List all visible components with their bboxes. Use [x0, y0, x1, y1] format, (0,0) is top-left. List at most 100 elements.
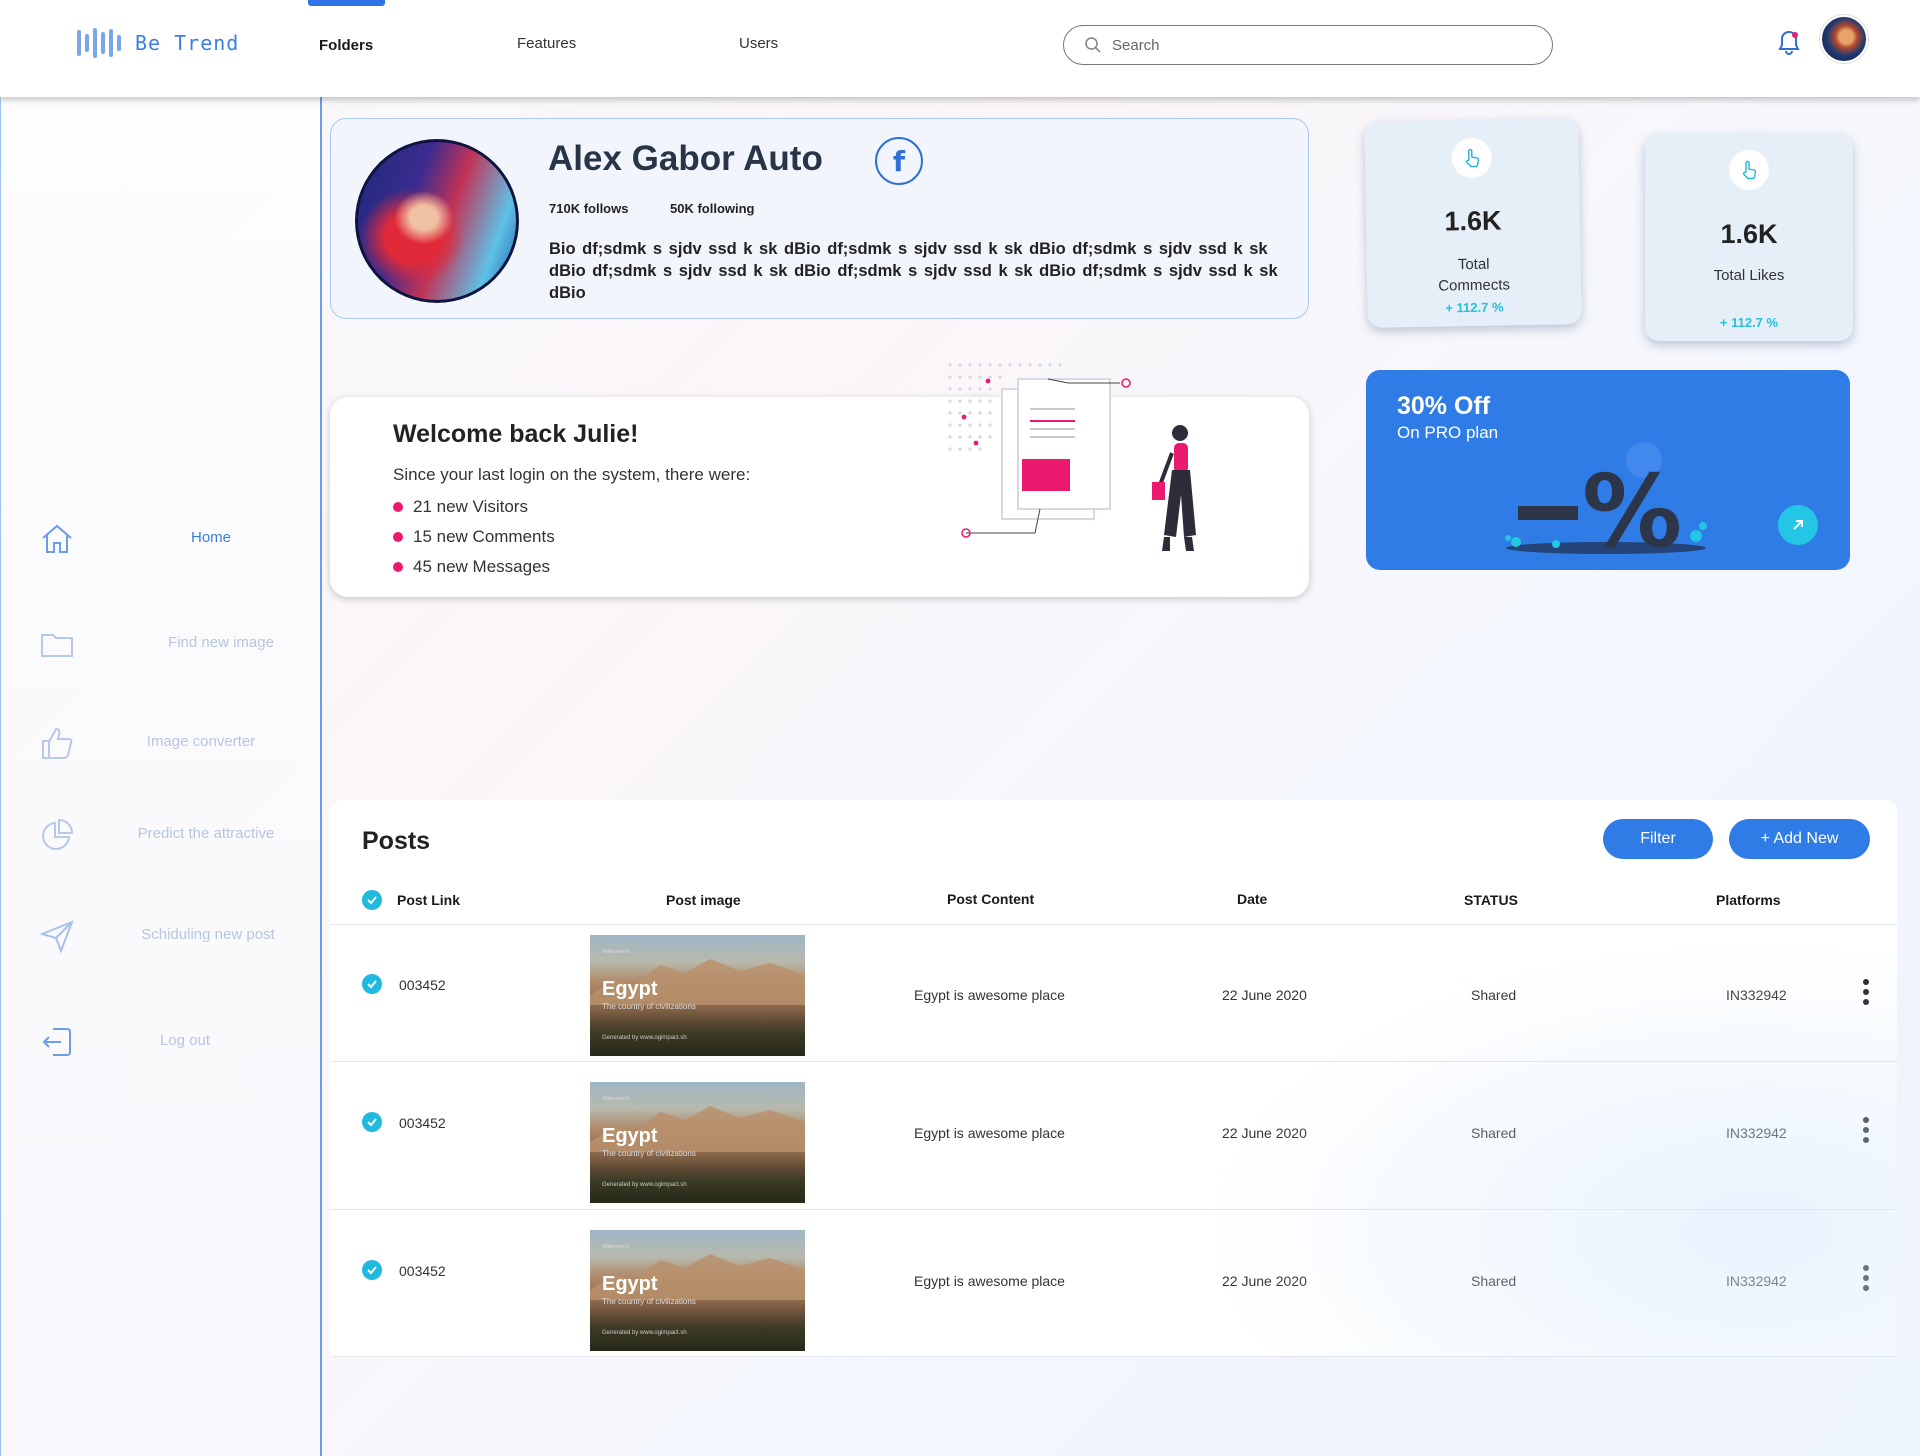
sidebar: Home Find new image Image converter Pred…	[0, 97, 322, 1456]
thumb-subtitle: The country of civilizations	[602, 1297, 696, 1306]
stat-change: + 112.7 %	[1445, 299, 1504, 316]
profile-photo	[355, 139, 519, 303]
post-content: Egypt is awesome place	[914, 1125, 1065, 1141]
post-status: Shared	[1471, 1125, 1517, 1141]
pointer-hand-icon	[1451, 137, 1493, 179]
divider	[330, 1356, 1897, 1357]
stat-value: 1.6K	[1720, 219, 1778, 249]
thumb-footer: Generated by www.ogimpact.sh	[602, 1035, 687, 1041]
sidebar-item-find-new-image[interactable]: Find new image	[1, 618, 321, 668]
welcome-title: Welcome back Julie!	[393, 420, 639, 448]
column-header[interactable]: Post Content	[947, 891, 1034, 907]
tab-users[interactable]: Users	[739, 35, 778, 52]
sidebar-item-label: Log out	[159, 1032, 211, 1049]
tab-features[interactable]: Features	[517, 35, 576, 52]
home-icon	[42, 524, 72, 553]
profile-card: Alex Gabor Auto f 710K follows 50K follo…	[330, 118, 1309, 319]
tab-folders[interactable]: Folders	[319, 37, 373, 54]
check-icon	[367, 980, 377, 989]
select-all-checkbox[interactable]	[362, 890, 382, 910]
filter-button[interactable]: Filter	[1603, 819, 1713, 859]
table-row[interactable]: 003452 Welcome to Egypt The country of c…	[330, 925, 1897, 1073]
sidebar-item-predict-the-attractive[interactable]: Predict the attractive	[1, 809, 321, 859]
column-header[interactable]: STATUS	[1464, 892, 1518, 908]
post-platform: IN332942	[1726, 1273, 1787, 1289]
promo-title: 30% Off	[1397, 392, 1491, 420]
sidebar-item-schiduling-new-post[interactable]: Schiduling new post	[1, 910, 321, 960]
list-item: 21 new Visitors	[393, 492, 555, 522]
column-header[interactable]: Post image	[666, 892, 741, 908]
row-checkbox[interactable]	[362, 1112, 382, 1132]
brand-name: Be Trend	[135, 31, 240, 55]
row-checkbox[interactable]	[362, 1260, 382, 1280]
sidebar-item-log-out[interactable]: Log out	[1, 1016, 321, 1066]
notification-bell-icon[interactable]	[1777, 29, 1801, 57]
stat-label: Total Likes	[1713, 267, 1785, 284]
post-status: Shared	[1471, 1273, 1517, 1289]
check-icon	[367, 896, 377, 905]
search-input[interactable]	[1112, 36, 1532, 54]
check-icon	[367, 1118, 377, 1127]
sidebar-item-label: Home	[190, 529, 231, 546]
pointer-hand-icon	[1729, 150, 1769, 190]
pie-chart-icon	[42, 818, 74, 850]
promo-banner[interactable]: 30% Off On PRO plan %	[1366, 370, 1850, 570]
post-image[interactable]: Welcome to Egypt The country of civiliza…	[590, 935, 805, 1056]
stat-value: 1.6K	[1444, 205, 1502, 237]
stat-card-likes: 1.6K Total Likes + 112.7 %	[1645, 134, 1853, 341]
more-options-icon[interactable]	[1863, 1117, 1869, 1147]
thumb-footer: Generated by www.ogimpact.sh	[602, 1182, 687, 1188]
thumb-caption: Welcome to	[603, 949, 630, 955]
post-content: Egypt is awesome place	[914, 1273, 1065, 1289]
stat-card-comments: 1.6K Total Commects + 112.7 %	[1364, 118, 1582, 328]
table-row[interactable]: 003452 Welcome to Egypt The country of c…	[330, 1062, 1897, 1210]
thumb-title: Egypt	[602, 1125, 658, 1147]
check-icon	[367, 1266, 377, 1275]
posts-panel: Posts Filter + Add New Post Link Post im…	[330, 800, 1897, 1357]
column-header[interactable]: Platforms	[1716, 892, 1781, 908]
post-link[interactable]: 003452	[399, 1263, 446, 1279]
table-row[interactable]: 003452 Welcome to Egypt The country of c…	[330, 1210, 1897, 1357]
add-new-button[interactable]: + Add New	[1729, 819, 1870, 859]
svg-text:%: %	[1582, 453, 1682, 560]
profile-bio: Bio df;sdmk s sjdv ssd k sk dBio df;sdmk…	[549, 240, 1278, 302]
sidebar-item-label: Image converter	[146, 733, 256, 750]
list-item: 15 new Comments	[393, 522, 555, 552]
send-icon	[39, 920, 74, 954]
thumb-caption: Welcome to	[603, 1096, 630, 1102]
brand-logo[interactable]: Be Trend	[77, 27, 239, 59]
row-checkbox[interactable]	[362, 974, 382, 994]
post-link[interactable]: 003452	[399, 1115, 446, 1131]
percent-illustration: %	[1505, 442, 1707, 560]
search-icon	[1085, 37, 1101, 53]
welcome-subtitle: Since your last login on the system, the…	[393, 465, 751, 484]
column-header[interactable]: Date	[1237, 891, 1267, 907]
sidebar-item-label: Find new image	[168, 634, 274, 651]
promo-open-button[interactable]	[1778, 505, 1818, 545]
post-image[interactable]: Welcome to Egypt The country of civiliza…	[590, 1082, 805, 1203]
sidebar-item-image-converter[interactable]: Image converter	[1, 717, 321, 767]
user-avatar[interactable]	[1820, 15, 1868, 63]
thumbs-up-icon	[42, 727, 73, 759]
post-image[interactable]: Welcome to Egypt The country of civiliza…	[590, 1230, 805, 1351]
thumb-subtitle: The country of civilizations	[602, 1002, 696, 1011]
post-link[interactable]: 003452	[399, 977, 446, 993]
logout-icon	[42, 1028, 71, 1056]
more-options-icon[interactable]	[1863, 1265, 1869, 1295]
folder-icon	[41, 634, 73, 657]
more-options-icon[interactable]	[1863, 979, 1869, 1009]
arrow-up-right-icon	[1793, 520, 1803, 530]
post-platform: IN332942	[1726, 1125, 1787, 1141]
sidebar-item-home[interactable]: Home	[1, 513, 321, 563]
logo-bars-icon	[77, 27, 121, 59]
post-status: Shared	[1471, 987, 1517, 1003]
sidebar-item-label: Schiduling new post	[141, 926, 275, 943]
post-date: 22 June 2020	[1222, 1273, 1307, 1289]
thumb-caption: Welcome to	[603, 1244, 630, 1250]
column-header[interactable]: Post Link	[397, 892, 460, 908]
facebook-icon[interactable]: f	[875, 137, 923, 185]
post-content: Egypt is awesome place	[914, 987, 1065, 1003]
posts-title: Posts	[362, 827, 431, 855]
search-box[interactable]	[1063, 25, 1553, 65]
profile-name: Alex Gabor Auto	[548, 139, 823, 178]
